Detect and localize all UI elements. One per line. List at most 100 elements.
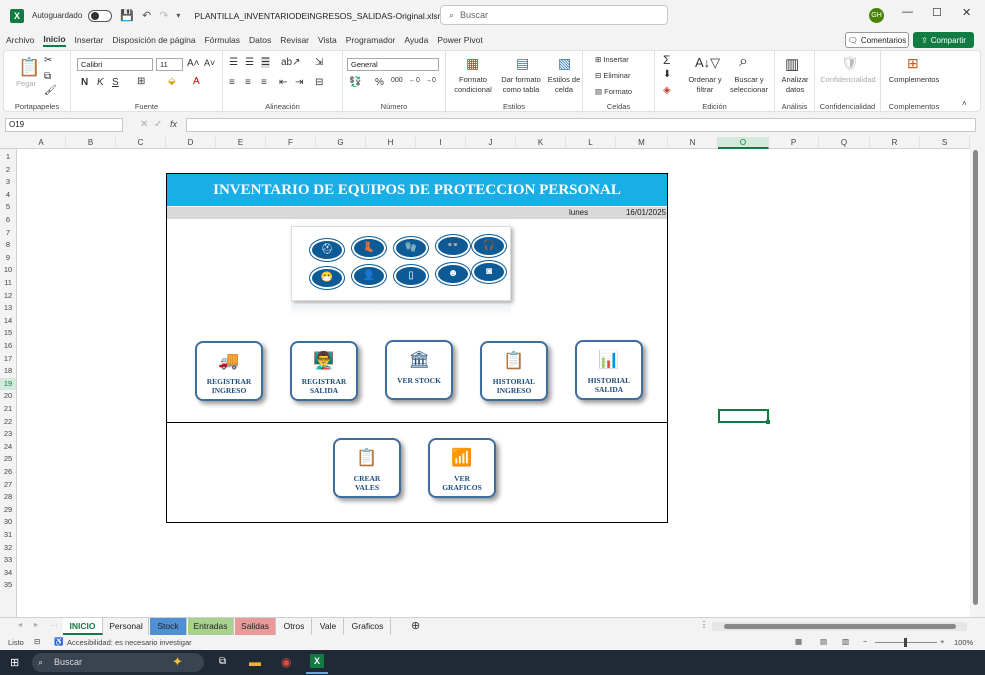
row-header[interactable]: 6 bbox=[0, 214, 16, 226]
delete-cells-button[interactable]: ⊟ Eliminar bbox=[595, 71, 630, 81]
menu-datos[interactable]: Datos bbox=[249, 35, 271, 45]
column-header[interactable]: A bbox=[17, 137, 66, 149]
column-header[interactable]: N bbox=[668, 137, 718, 149]
registrar-salida-button[interactable]: 👨‍🏫 REGISTRAR SALIDA bbox=[290, 341, 358, 401]
column-header[interactable]: Q bbox=[819, 137, 870, 149]
font-name-dropdown[interactable]: Calibri bbox=[77, 58, 153, 71]
increase-font-icon[interactable]: A˄ bbox=[187, 58, 200, 69]
column-header[interactable]: G bbox=[316, 137, 366, 149]
sheet-tab-entradas[interactable]: Entradas bbox=[188, 618, 234, 635]
analyze-data-label[interactable]: Analizar datos bbox=[775, 75, 815, 95]
formula-input[interactable] bbox=[186, 118, 976, 132]
row-header[interactable]: 4 bbox=[0, 189, 16, 201]
row-header[interactable]: 1 bbox=[0, 151, 16, 163]
percent-icon[interactable]: % bbox=[375, 77, 384, 88]
cell-styles-icon[interactable]: ▧ bbox=[558, 55, 571, 72]
decrease-decimal-icon[interactable]: →0 bbox=[425, 77, 436, 84]
chrome-icon[interactable]: ◉ bbox=[281, 655, 291, 669]
page-layout-icon[interactable]: ▤ bbox=[820, 637, 827, 646]
row-header[interactable]: 12 bbox=[0, 290, 16, 302]
close-button[interactable]: ✕ bbox=[962, 6, 971, 19]
underline-icon[interactable]: S bbox=[112, 77, 119, 88]
redo-icon[interactable]: ↷ bbox=[159, 9, 168, 22]
sheet-tab-otros[interactable]: Otros bbox=[277, 618, 312, 635]
column-header[interactable]: L bbox=[566, 137, 616, 149]
row-header[interactable]: 30 bbox=[0, 516, 16, 528]
column-header[interactable]: E bbox=[216, 137, 266, 149]
menu-inicio[interactable]: Inicio bbox=[43, 34, 66, 47]
zoom-slider-thumb[interactable] bbox=[904, 638, 907, 647]
cancel-icon[interactable]: ✕ bbox=[140, 119, 148, 130]
menu-programador[interactable]: Programador bbox=[346, 35, 396, 45]
task-view-icon[interactable]: ⧉ bbox=[219, 656, 226, 667]
column-header[interactable]: S bbox=[920, 137, 970, 149]
row-header[interactable]: 22 bbox=[0, 416, 16, 428]
row-header[interactable]: 33 bbox=[0, 554, 16, 566]
menu-revisar[interactable]: Revisar bbox=[280, 35, 309, 45]
row-header[interactable]: 21 bbox=[0, 403, 16, 415]
column-header[interactable]: B bbox=[66, 137, 116, 149]
row-header[interactable]: 18 bbox=[0, 365, 16, 377]
fill-icon[interactable]: ⬇ bbox=[663, 69, 671, 80]
crear-vales-button[interactable]: 📋 CREAR VALES bbox=[333, 438, 401, 498]
next-sheet-icon[interactable]: ▸ bbox=[34, 620, 38, 629]
undo-icon[interactable]: ↶ bbox=[142, 9, 151, 22]
row-header[interactable]: 34 bbox=[0, 567, 16, 579]
sensitivity-label[interactable]: Confidencialidad bbox=[815, 75, 881, 85]
paste-label[interactable]: Pegar bbox=[16, 79, 36, 89]
number-format-dropdown[interactable]: General bbox=[347, 58, 439, 71]
cell-styles-label[interactable]: Estilos de celda bbox=[546, 75, 582, 95]
column-header[interactable]: M bbox=[616, 137, 668, 149]
decrease-indent-icon[interactable]: ⇤ bbox=[279, 77, 287, 88]
zoom-in-icon[interactable]: + bbox=[940, 637, 944, 646]
column-header[interactable]: C bbox=[116, 137, 166, 149]
ver-stock-button[interactable]: 🏛 VER STOCK bbox=[385, 340, 453, 400]
sort-filter-label[interactable]: Ordenar y filtrar bbox=[685, 75, 725, 95]
row-header[interactable]: 31 bbox=[0, 529, 16, 541]
accessibility-status[interactable]: Accesibilidad: es necesario investigar bbox=[67, 638, 192, 647]
row-header[interactable]: 25 bbox=[0, 453, 16, 465]
row-header[interactable]: 14 bbox=[0, 315, 16, 327]
selected-cell[interactable] bbox=[718, 409, 770, 424]
copilot-sparkle-icon[interactable]: ✦ bbox=[172, 654, 183, 670]
worksheet-grid[interactable]: A B C D E F G H I J K L M N O P Q R S 12… bbox=[0, 137, 970, 617]
accounting-icon[interactable]: 💱 bbox=[349, 77, 361, 88]
row-header[interactable]: 35 bbox=[0, 579, 16, 591]
prev-sheet-icon[interactable]: ◂ bbox=[18, 620, 22, 629]
comments-button[interactable]: 🗨 Comentarios bbox=[845, 32, 909, 48]
column-header[interactable]: R bbox=[870, 137, 920, 149]
bold-icon[interactable]: N bbox=[81, 77, 88, 88]
historial-salida-button[interactable]: 📊 HISTORIAL SALIDA bbox=[575, 340, 643, 400]
sensitivity-icon[interactable]: 🛡 bbox=[841, 55, 859, 72]
menu-formulas[interactable]: Fórmulas bbox=[205, 35, 240, 45]
clear-icon[interactable]: ◈ bbox=[663, 85, 671, 96]
align-center-icon[interactable]: ≡ bbox=[245, 77, 251, 88]
row-header[interactable]: 19 bbox=[0, 377, 16, 390]
align-middle-icon[interactable]: ☰ bbox=[245, 57, 254, 68]
table-format-icon[interactable]: ▤ bbox=[516, 55, 529, 72]
column-header[interactable]: I bbox=[416, 137, 466, 149]
normal-view-icon[interactable]: ▦ bbox=[795, 637, 802, 646]
horizontal-scrollbar-thumb[interactable] bbox=[724, 624, 956, 629]
collapse-ribbon-icon[interactable]: ˄ bbox=[962, 99, 967, 108]
historial-ingreso-button[interactable]: 📋 HISTORIAL INGRESO bbox=[480, 341, 548, 401]
find-icon[interactable]: ⌕ bbox=[739, 53, 748, 71]
minimize-button[interactable]: — bbox=[902, 6, 913, 18]
font-color-icon[interactable]: A bbox=[193, 76, 200, 87]
align-bottom-icon[interactable]: ☰ bbox=[261, 57, 270, 68]
ver-graficos-button[interactable]: 📶 VER GRAFICOS bbox=[428, 438, 496, 498]
row-header[interactable]: 2 bbox=[0, 164, 16, 176]
align-right-icon[interactable]: ≡ bbox=[261, 77, 267, 88]
addins-icon[interactable]: ⊞ bbox=[907, 55, 919, 72]
column-header[interactable]: D bbox=[166, 137, 216, 149]
sort-filter-icon[interactable]: A↓▽ bbox=[695, 55, 720, 71]
insert-cells-button[interactable]: ⊞ Insertar bbox=[595, 55, 629, 65]
format-painter-icon[interactable]: 🖌 bbox=[44, 85, 57, 96]
merge-center-icon[interactable]: ⊟ bbox=[315, 77, 323, 88]
sheet-tab-inicio[interactable]: INICIO bbox=[63, 618, 103, 635]
macro-record-icon[interactable]: ⊟ bbox=[34, 637, 40, 646]
row-header[interactable]: 26 bbox=[0, 466, 16, 478]
increase-indent-icon[interactable]: ⇥ bbox=[295, 77, 303, 88]
increase-decimal-icon[interactable]: ←0 bbox=[409, 77, 420, 84]
conditional-format-label[interactable]: Formato condicional bbox=[450, 75, 496, 95]
